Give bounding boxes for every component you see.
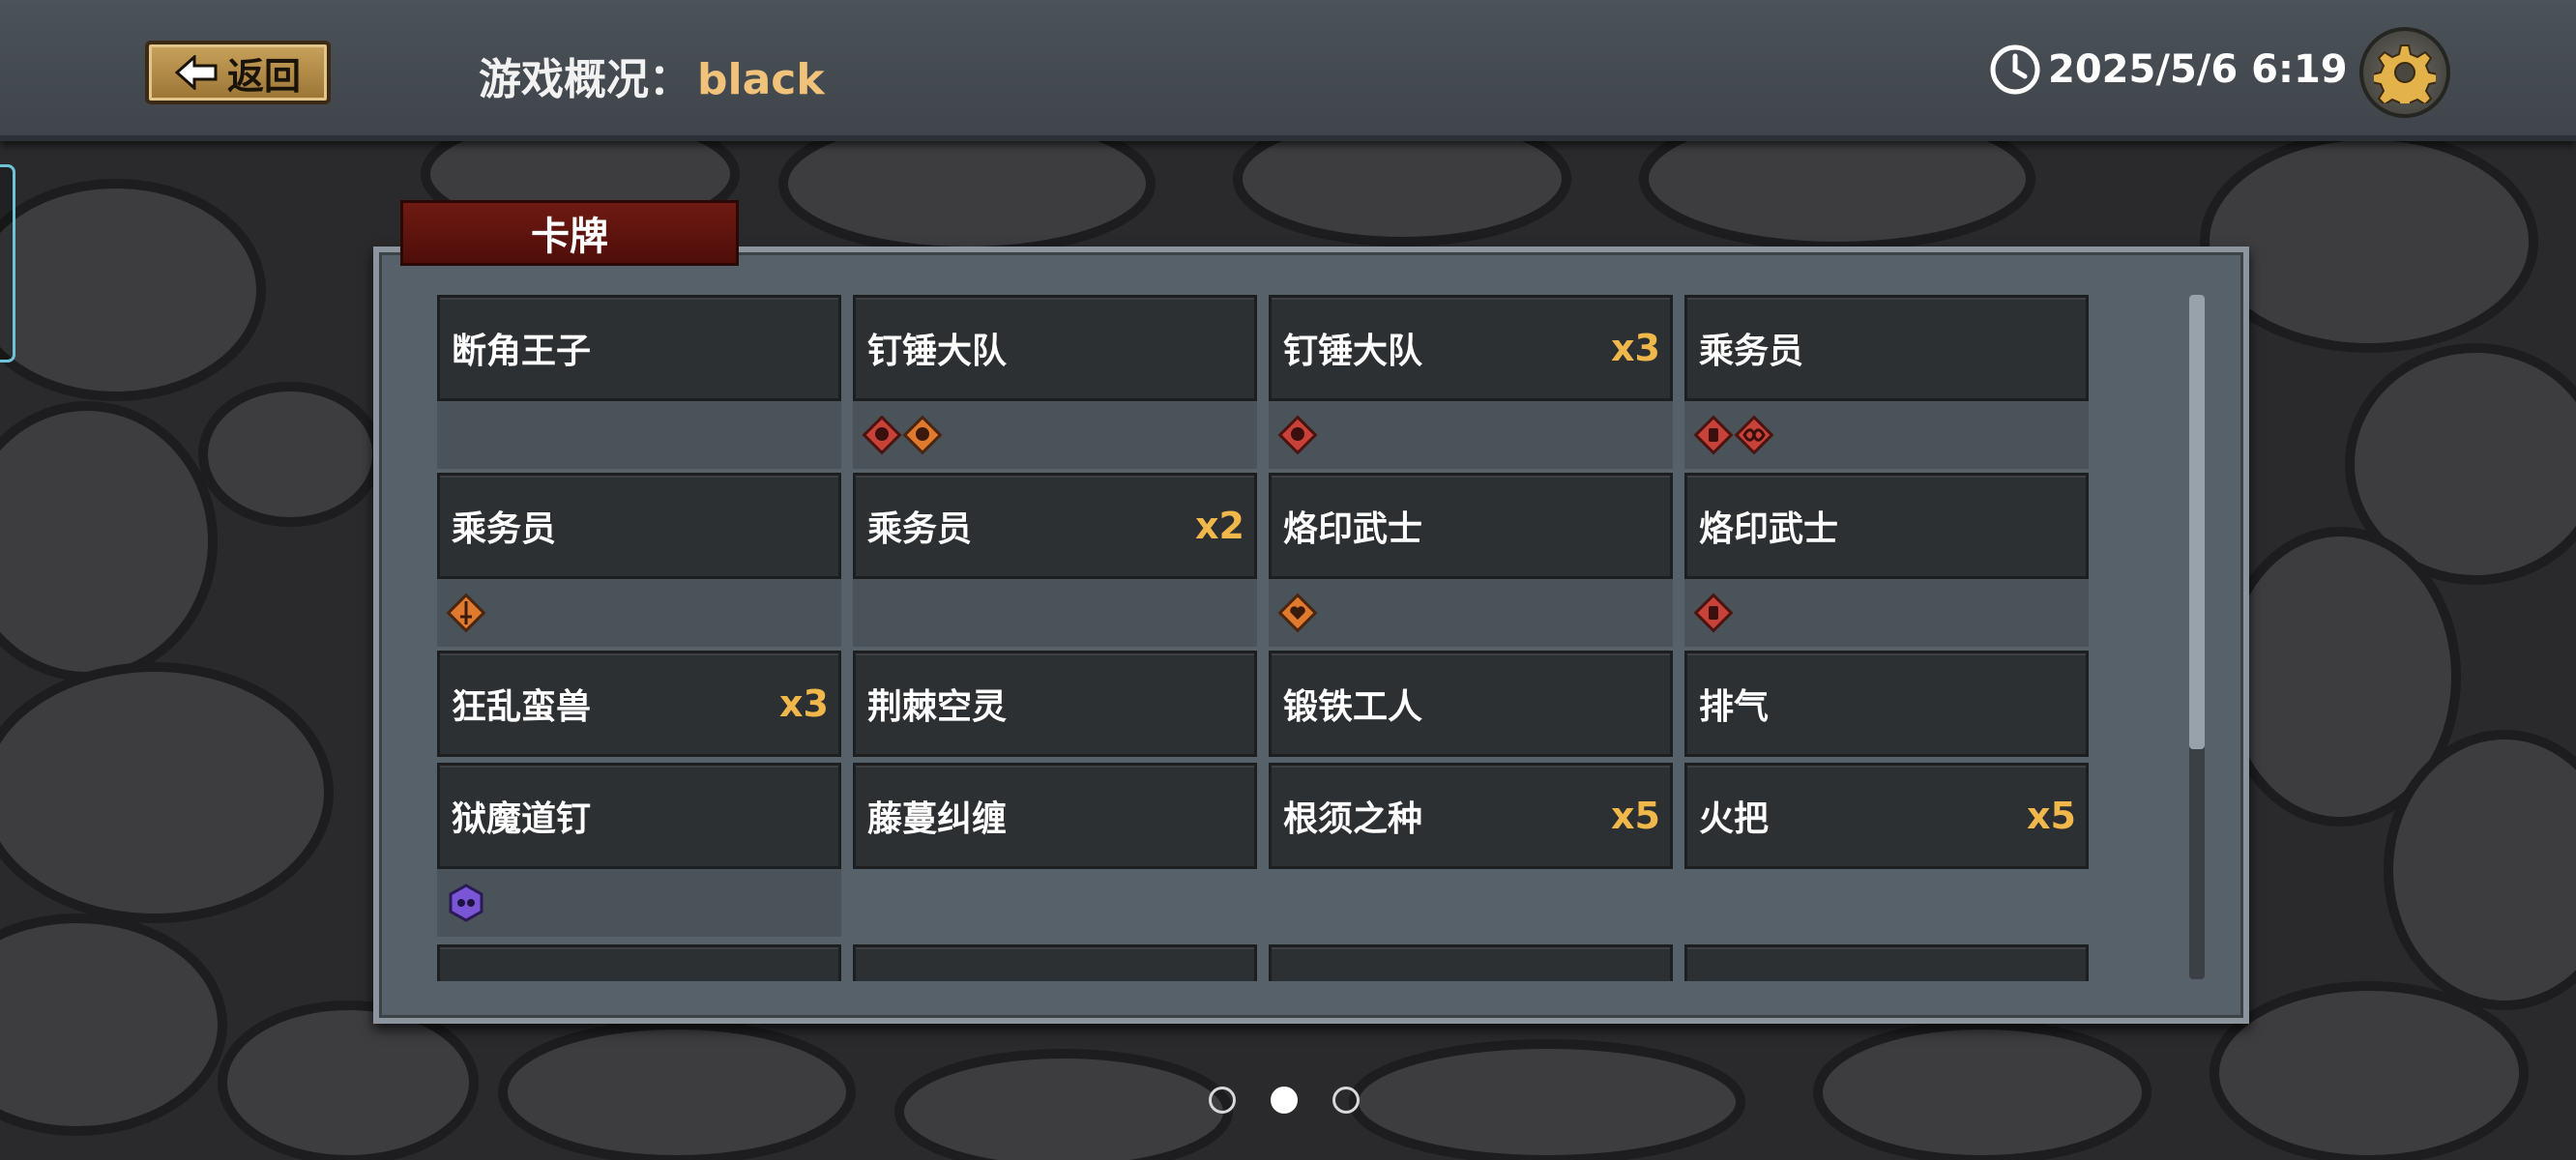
purple-hex-tag-icon[interactable] <box>445 882 487 924</box>
gear-icon <box>2374 44 2436 103</box>
card-name-box[interactable]: 锻铁工人 <box>1269 651 1673 757</box>
card-tag-strip <box>1684 579 2089 647</box>
card-tag-strip <box>853 401 1257 469</box>
tab-cards[interactable]: 卡牌 <box>400 200 739 266</box>
card-tag-strip <box>1269 579 1673 647</box>
card-count: x5 <box>1611 795 1660 837</box>
card-name: 狱魔道钉 <box>452 799 592 839</box>
red-skull-tag-icon[interactable] <box>1276 414 1319 456</box>
arrow-left-icon <box>174 55 218 90</box>
scrollbar-thumb[interactable] <box>2189 295 2205 749</box>
card-tag-strip <box>853 579 1257 647</box>
datetime-text: 2025/5/6 6:19 <box>2048 47 2348 92</box>
card-name-box[interactable]: 藤蔓纠缠 <box>853 763 1257 869</box>
card-name: 根须之种 <box>1283 799 1423 839</box>
card-name-box[interactable]: 荆棘空灵 <box>853 651 1257 757</box>
card-name-box[interactable]: 火把 x5 <box>1684 763 2089 869</box>
card-name: 火把 <box>1699 799 1770 839</box>
orange-skull-tag-icon[interactable] <box>901 414 944 456</box>
red-fist-tag-icon[interactable] <box>1692 592 1735 634</box>
card-name-box[interactable]: 烙印武士 <box>1684 473 2089 579</box>
card-count: x2 <box>1195 505 1244 547</box>
card-name: 藤蔓纠缠 <box>867 799 1008 839</box>
card-name: 锻铁工人 <box>1283 687 1423 727</box>
orange-sword-tag-icon[interactable] <box>445 592 487 634</box>
card-name: 荆棘空灵 <box>867 687 1008 727</box>
red-skull-tag-icon[interactable] <box>861 414 903 456</box>
card-name-box[interactable] <box>1269 944 1673 981</box>
page-dot[interactable] <box>1209 1087 1236 1114</box>
card-name-box[interactable] <box>853 944 1257 981</box>
page-title: 游戏概况： black <box>479 44 825 106</box>
red-infinity-tag-icon[interactable] <box>1733 414 1775 456</box>
card-tag-strip <box>437 401 841 469</box>
card-name: 钉锤大队 <box>867 332 1008 371</box>
card-name-box[interactable]: 根须之种 x5 <box>1269 763 1673 869</box>
card-count: x3 <box>1611 327 1660 369</box>
card-name-box[interactable] <box>437 944 841 981</box>
settings-button[interactable] <box>2359 27 2450 118</box>
card-name: 断角王子 <box>452 332 592 371</box>
card-count: x3 <box>779 682 829 725</box>
card-name-box[interactable]: 钉锤大队 x3 <box>1269 295 1673 401</box>
card-name: 乘务员 <box>1699 332 1804 371</box>
card-name: 钉锤大队 <box>1283 332 1423 371</box>
card-name-box[interactable]: 乘务员 x2 <box>853 473 1257 579</box>
back-label: 返回 <box>226 54 301 98</box>
card-tag-strip <box>437 869 841 937</box>
card-name: 乘务员 <box>867 509 973 549</box>
datetime-display: 2025/5/6 6:19 <box>1988 43 2348 97</box>
card-name: 烙印武士 <box>1283 509 1423 549</box>
card-name: 狂乱蛮兽 <box>452 687 592 727</box>
card-name-box[interactable]: 狂乱蛮兽 x3 <box>437 651 841 757</box>
card-name-box[interactable]: 钉锤大队 <box>853 295 1257 401</box>
page-title-prefix: 游戏概况： <box>479 55 691 104</box>
side-panel-handle[interactable] <box>0 164 15 362</box>
card-name-box[interactable]: 断角王子 <box>437 295 841 401</box>
orange-heart-tag-icon[interactable] <box>1276 592 1319 634</box>
card-name-box[interactable]: 乘务员 <box>1684 295 2089 401</box>
card-name-box[interactable]: 排气 <box>1684 651 2089 757</box>
card-count: x5 <box>2027 795 2076 837</box>
clock-icon <box>1990 44 2040 95</box>
page-dot-active[interactable] <box>1271 1087 1298 1114</box>
page-indicator <box>1209 1087 1360 1114</box>
card-tag-strip <box>437 579 841 647</box>
page-dot[interactable] <box>1332 1087 1360 1114</box>
card-tag-strip <box>1269 401 1673 469</box>
card-name-box[interactable] <box>1684 944 2089 981</box>
card-tag-strip <box>1684 401 2089 469</box>
player-name: black <box>697 55 825 104</box>
card-name-box[interactable]: 乘务员 <box>437 473 841 579</box>
tab-cards-label: 卡牌 <box>531 215 608 259</box>
card-name-box[interactable]: 烙印武士 <box>1269 473 1673 579</box>
card-name: 烙印武士 <box>1699 509 1839 549</box>
back-button[interactable]: 返回 <box>145 41 331 104</box>
card-name-box[interactable]: 狱魔道钉 <box>437 763 841 869</box>
card-grid: 断角王子 钉锤大队 钉锤大队 x3 乘务员 乘务员 乘务员 x2 烙印武士 烙印… <box>437 295 2089 981</box>
card-name: 乘务员 <box>452 509 557 549</box>
red-fist-tag-icon[interactable] <box>1692 414 1735 456</box>
card-name: 排气 <box>1699 687 1770 727</box>
